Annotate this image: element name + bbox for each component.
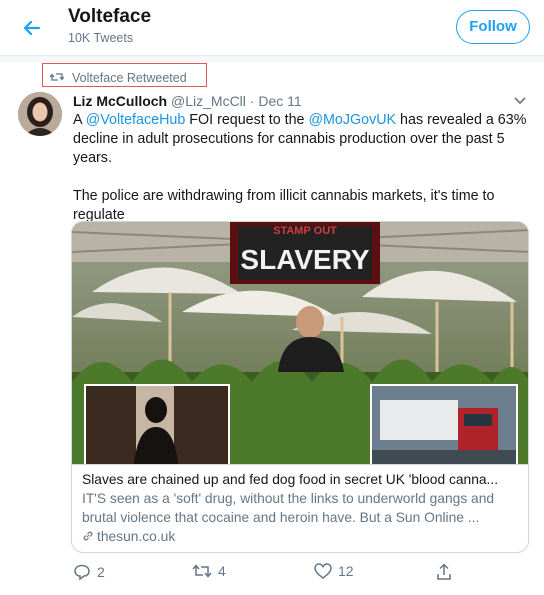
link-icon: [83, 531, 93, 541]
like-button[interactable]: 12: [314, 563, 354, 579]
tweet-text-segment: FOI request to the: [185, 112, 309, 128]
card-sign-top: STAMP OUT: [273, 225, 337, 237]
divider: [0, 56, 544, 62]
retweet-count: 4: [218, 563, 226, 579]
share-icon: [437, 563, 451, 580]
arrow-left-icon: [23, 20, 41, 36]
card-title: Slaves are chained up and fed dog food i…: [82, 472, 499, 487]
retweet-icon: [49, 71, 65, 86]
card-domain-text: thesun.co.uk: [97, 529, 176, 544]
reply-count: 2: [97, 564, 105, 580]
retweet-context-label[interactable]: Volteface Retweeted: [72, 71, 187, 85]
card-description: IT'S seen as a 'soft' drug, without the …: [82, 491, 495, 525]
reply-icon: [74, 564, 90, 581]
author-handle[interactable]: @Liz_McCll: [171, 93, 246, 109]
link-preview-card[interactable]: STAMP OUT SLAVERY Slaves are chained up …: [71, 221, 529, 553]
card-domain: thesun.co.uk: [82, 527, 520, 547]
mention-link[interactable]: @VoltefaceHub: [86, 112, 186, 128]
card-body: Slaves are chained up and fed dog food i…: [72, 464, 528, 552]
tweet-text-segment: A: [73, 112, 86, 128]
author-name[interactable]: Liz McCulloch: [73, 93, 167, 109]
retweet-icon: [192, 564, 212, 578]
follow-button[interactable]: Follow: [456, 10, 530, 44]
chevron-down-icon[interactable]: [514, 93, 526, 108]
tweet-text-paragraph: The police are withdrawing from illicit …: [73, 188, 495, 223]
like-count: 12: [338, 563, 354, 579]
profile-header: Volteface 10K Tweets Follow: [0, 0, 544, 56]
card-sign-text: SLAVERY: [240, 244, 369, 275]
avatar[interactable]: [18, 92, 62, 136]
meta-separator: ·: [249, 93, 255, 109]
heart-icon: [314, 563, 332, 579]
retweet-button[interactable]: 4: [192, 563, 226, 579]
back-button[interactable]: [18, 14, 46, 42]
tweet-author-line: Liz McCulloch @Liz_McCll · Dec 11: [73, 93, 302, 109]
reply-button[interactable]: 2: [73, 563, 105, 581]
tweet-date[interactable]: Dec 11: [258, 93, 301, 109]
page-title: Volteface: [68, 6, 152, 27]
tweet-count: 10K Tweets: [68, 31, 134, 45]
mention-link[interactable]: @MoJGovUK: [308, 112, 396, 128]
card-image: STAMP OUT SLAVERY: [72, 222, 528, 464]
share-button[interactable]: [436, 563, 452, 581]
